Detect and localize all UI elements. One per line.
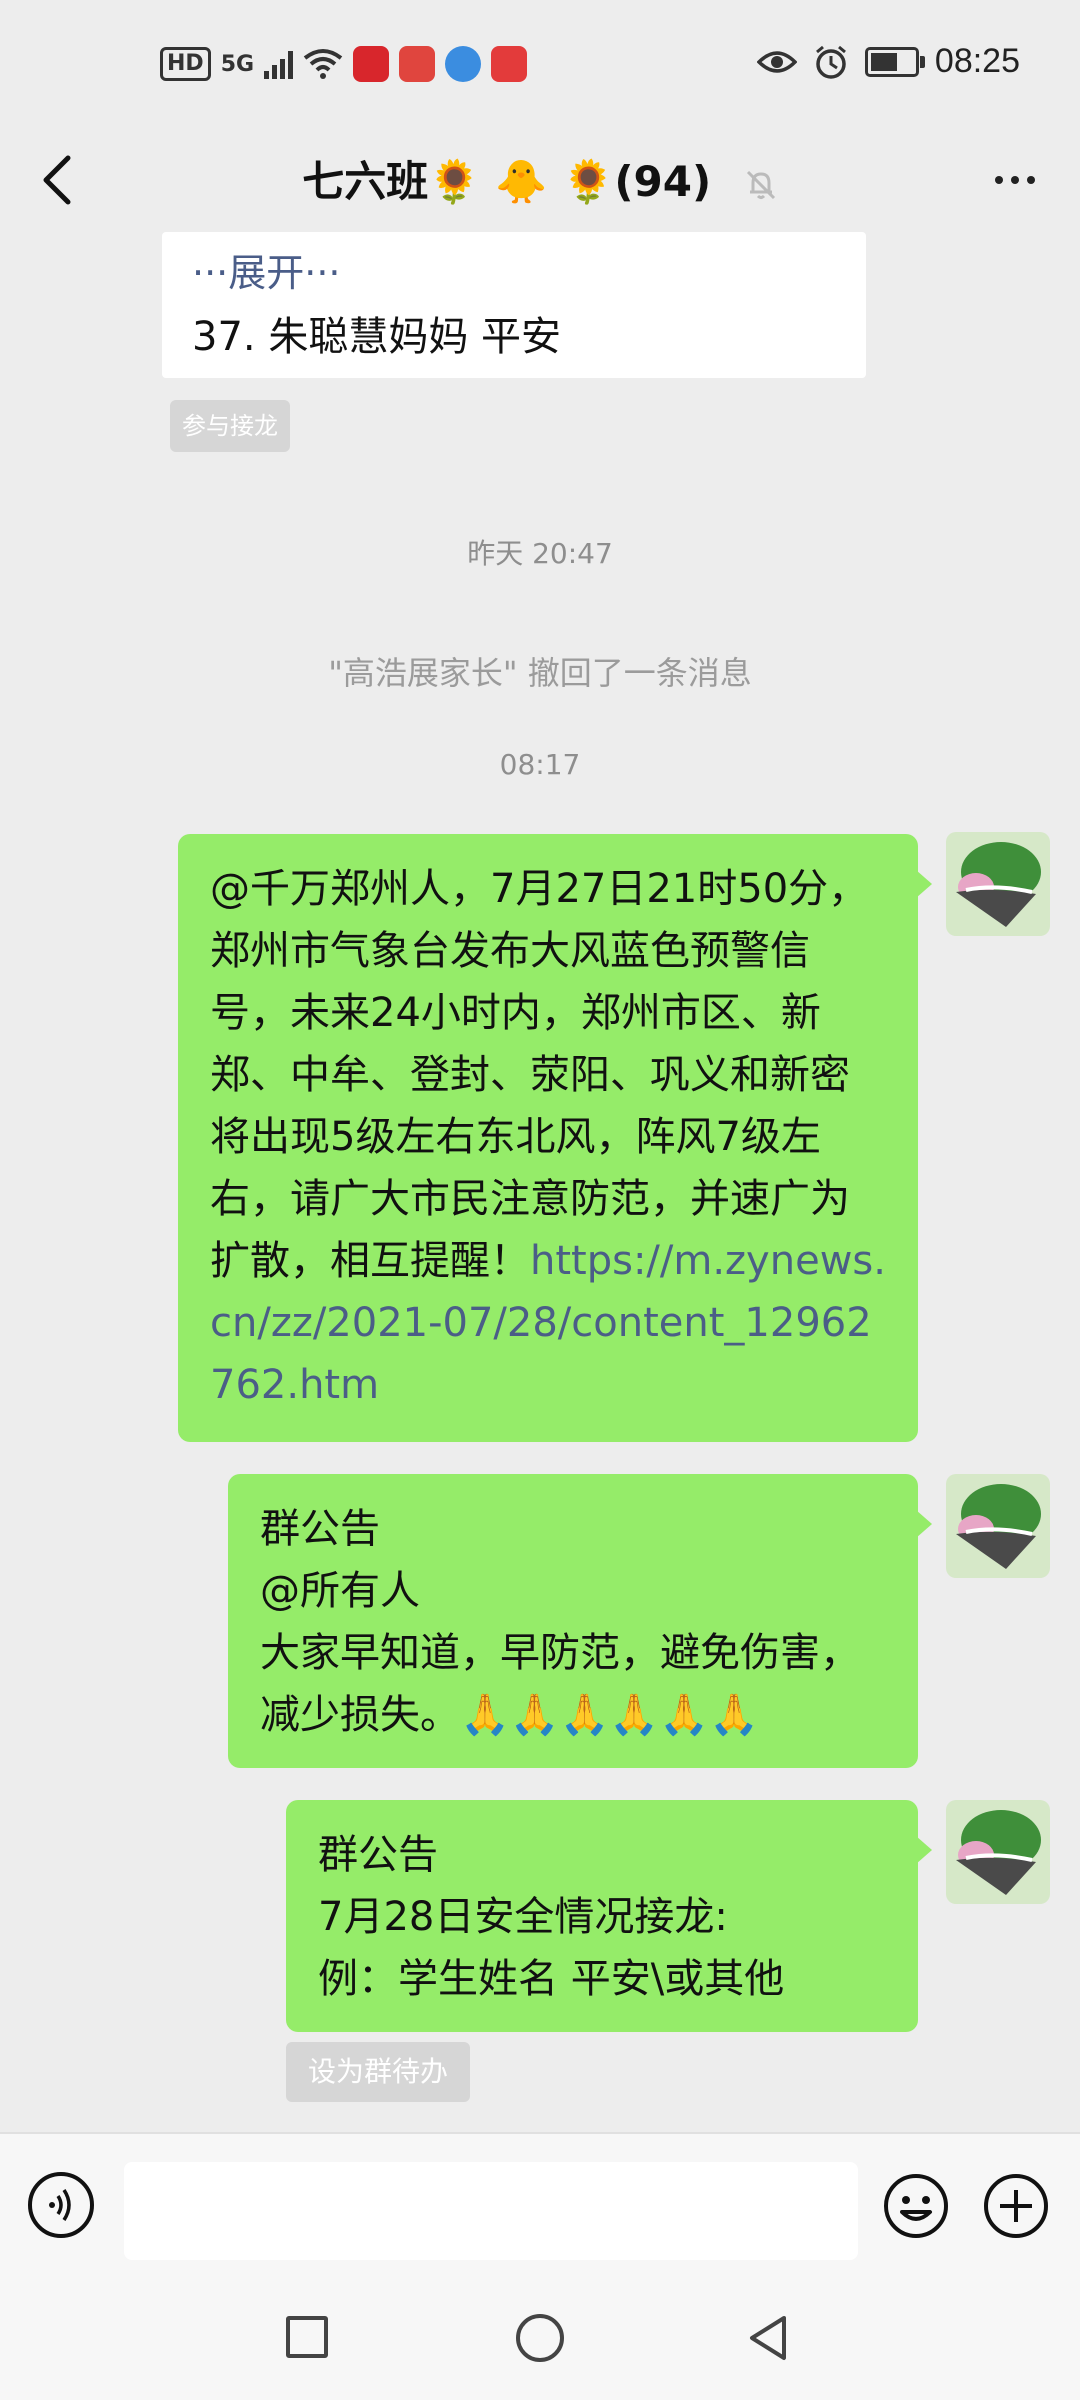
emoji-icon[interactable]: [882, 2172, 950, 2240]
solitaire-last-entry: 37. 朱聪慧妈妈 平安: [192, 314, 562, 360]
chat-title-wrap[interactable]: 七六班🌻 🐥 🌻(94): [0, 148, 1080, 209]
bell-off-icon: [746, 170, 775, 199]
status-time: 08:25: [934, 42, 1020, 80]
signal-icon: [264, 49, 294, 79]
plus-icon[interactable]: [982, 2172, 1050, 2240]
status-bar-left: HD 5G: [160, 46, 528, 82]
reader-app-icon: [399, 46, 436, 82]
battery-icon: [864, 46, 925, 77]
study-app-icon: [353, 46, 390, 82]
alarm-icon: [815, 45, 846, 79]
status-bar: HD 5G 08:25: [0, 0, 1080, 130]
recent-apps-button[interactable]: [286, 2316, 328, 2358]
message-line: 大家早知道，早防范，避免伤害，减少损失。🙏🙏🙏🙏🙏🙏: [260, 1630, 860, 1738]
timestamp: 昨天 20:47: [467, 537, 613, 570]
home-button[interactable]: [516, 2314, 564, 2362]
message-input[interactable]: [124, 2162, 858, 2260]
message-text: @千万郑州人，7月27日21时50分，郑州市气象台发布大风蓝色预警信号，未来24…: [210, 866, 869, 1284]
nav-back-icon[interactable]: [744, 2314, 792, 2362]
message-line: 例：学生姓名 平安\或其他: [318, 1956, 785, 2002]
voice-input-button[interactable]: [28, 2172, 94, 2238]
chat-header: 七六班🌻 🐥 🌻(94): [0, 130, 1080, 230]
heart-app-icon: [491, 46, 528, 82]
message-bubble[interactable]: 群公告 7月28日安全情况接龙: 例：学生姓名 平安\或其他: [286, 1800, 932, 2032]
avatar[interactable]: [946, 1800, 1050, 1904]
message-bubble[interactable]: @千万郑州人，7月27日21时50分，郑州市气象台发布大风蓝色预警信号，未来24…: [178, 834, 932, 1442]
message-line: 群公告: [260, 1506, 380, 1552]
timestamp: 08:17: [499, 748, 581, 781]
solitaire-card[interactable]: ···展开··· 37. 朱聪慧妈妈 平安: [162, 232, 866, 378]
network-type: 5G: [220, 51, 255, 77]
join-solitaire-button[interactable]: 参与接龙: [170, 400, 290, 452]
message-bubble[interactable]: 群公告 @所有人 大家早知道，早防范，避免伤害，减少损失。🙏🙏🙏🙏🙏🙏: [228, 1474, 932, 1768]
chat-title: 七六班🌻 🐥 🌻(94): [302, 157, 712, 206]
status-bar-right: 08:25: [756, 42, 1020, 81]
eye-icon: [756, 50, 797, 73]
system-nav-bar: [0, 2272, 1080, 2400]
voice-icon: [49, 2189, 71, 2221]
wifi-icon: [303, 49, 343, 79]
message-line: @所有人: [260, 1568, 420, 1614]
browser-app-icon: [445, 46, 482, 82]
recall-notice: "高浩展家长" 撤回了一条消息: [328, 654, 752, 692]
expand-link[interactable]: ···展开···: [192, 242, 340, 297]
more-options-button[interactable]: [980, 150, 1050, 210]
message-line: 7月28日安全情况接龙:: [318, 1894, 728, 1940]
avatar[interactable]: [946, 1474, 1050, 1578]
input-bar: [0, 2132, 1080, 2274]
set-group-todo-button[interactable]: 设为群待办: [286, 2042, 471, 2102]
avatar[interactable]: [946, 832, 1050, 936]
hd-indicator: HD: [160, 47, 211, 81]
message-line: 群公告: [318, 1832, 438, 1878]
